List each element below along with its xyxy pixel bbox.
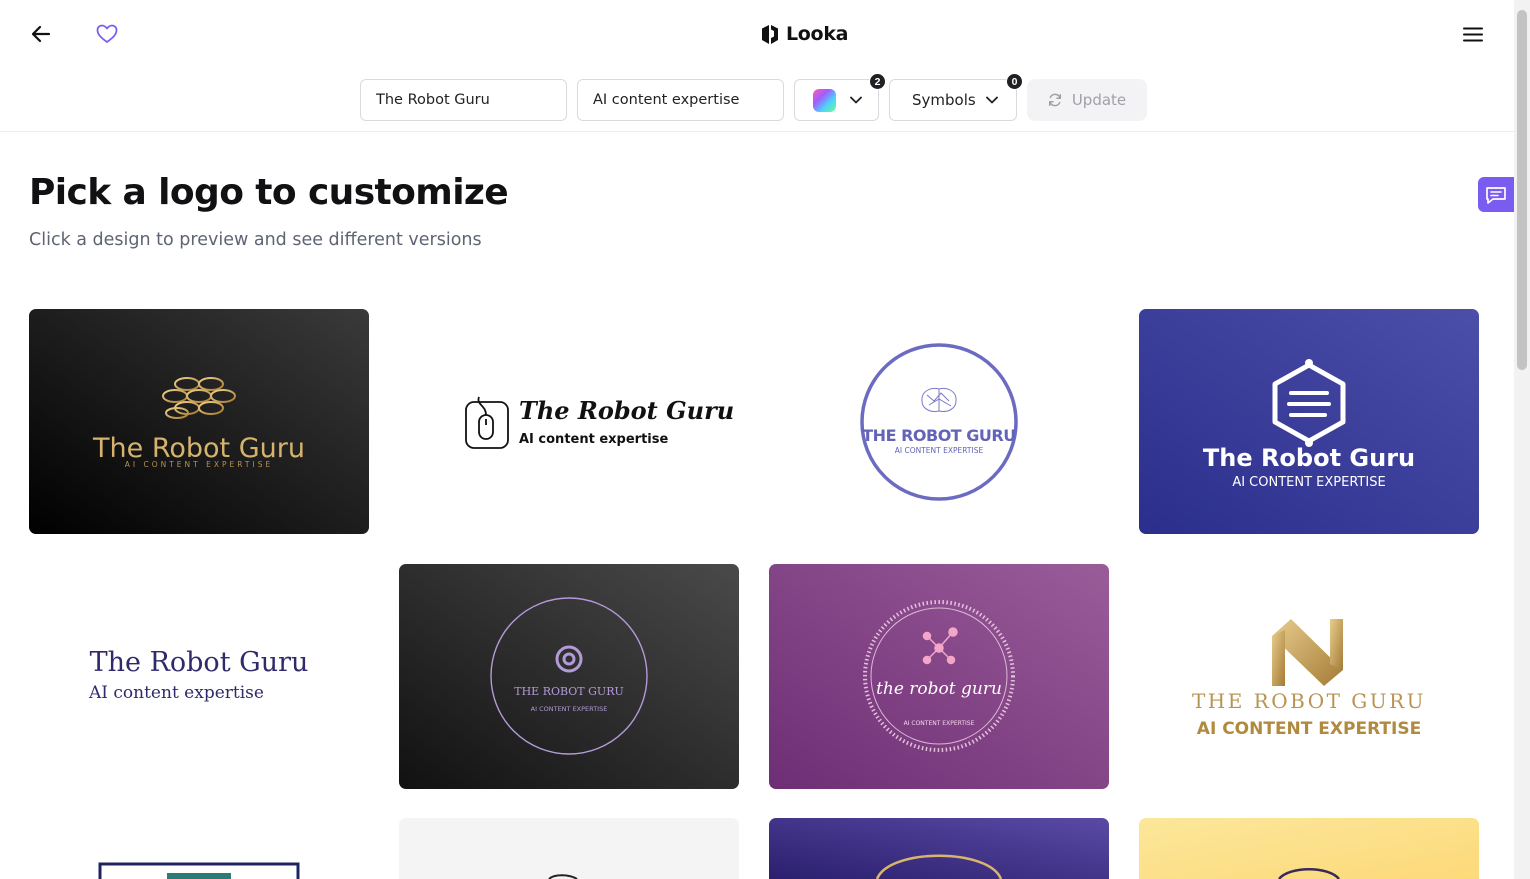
logo-card-5[interactable]: The Robot Guru AI content expertise bbox=[29, 564, 369, 789]
logo-6-name: THE ROBOT GURU bbox=[514, 685, 624, 698]
logo-3-tagline: AI CONTENT EXPERTISE bbox=[895, 446, 984, 455]
update-button[interactable]: Update bbox=[1027, 79, 1147, 121]
brand-name: Looka bbox=[786, 23, 849, 45]
brand-logo[interactable]: Looka bbox=[760, 21, 848, 47]
arrow-left-icon bbox=[31, 25, 51, 43]
logo-6-tagline: AI CONTENT EXPERTISE bbox=[531, 705, 608, 713]
logo-card-9[interactable] bbox=[29, 818, 369, 879]
top-bar: Looka 2 Symbols 0 Update bbox=[0, 0, 1514, 132]
colors-count-badge: 2 bbox=[869, 73, 886, 90]
logo-card-10[interactable] bbox=[399, 818, 739, 879]
symbols-count-badge: 0 bbox=[1006, 73, 1023, 90]
page-scrollbar[interactable] bbox=[1514, 0, 1530, 879]
logo-1-tagline: AI CONTENT EXPERTISE bbox=[125, 460, 273, 469]
logo-5-tagline: AI content expertise bbox=[88, 683, 264, 703]
logo-card-4[interactable]: The Robot Guru AI CONTENT EXPERTISE bbox=[1139, 309, 1479, 534]
logo-2-name: The Robot Guru bbox=[519, 396, 734, 425]
logo-card-12[interactable] bbox=[1139, 818, 1479, 879]
page-subtitle: Click a design to preview and see differ… bbox=[29, 230, 482, 250]
logo-card-3[interactable]: THE ROBOT GURU AI CONTENT EXPERTISE bbox=[769, 309, 1109, 534]
logo-4-tagline: AI CONTENT EXPERTISE bbox=[1232, 475, 1385, 490]
logo-7-name: the robot guru bbox=[876, 679, 1002, 699]
chevron-down-icon bbox=[850, 96, 862, 104]
logo-card-7[interactable]: the robot guru AI CONTENT EXPERTISE bbox=[769, 564, 1109, 789]
page-title: Pick a logo to customize bbox=[29, 172, 509, 213]
favorites-button[interactable] bbox=[90, 18, 124, 50]
logo-2-tagline: AI content expertise bbox=[519, 432, 668, 447]
logo-5-name: The Robot Guru bbox=[90, 647, 309, 678]
hamburger-menu-icon bbox=[1463, 27, 1483, 41]
refresh-icon bbox=[1048, 93, 1061, 107]
heart-outline-icon bbox=[96, 24, 118, 43]
slogan-input[interactable] bbox=[577, 79, 784, 121]
logo-card-2[interactable]: The Robot Guru AI content expertise bbox=[399, 309, 739, 534]
looka-logo-icon bbox=[762, 24, 778, 44]
logo-8-tagline: AI CONTENT EXPERTISE bbox=[1197, 719, 1421, 739]
color-swatch bbox=[813, 88, 836, 112]
logo-card-6[interactable]: THE ROBOT GURU AI CONTENT EXPERTISE bbox=[399, 564, 739, 789]
chat-feedback-tab[interactable] bbox=[1478, 177, 1514, 212]
symbols-dropdown[interactable]: Symbols bbox=[889, 79, 1017, 121]
menu-button[interactable] bbox=[1458, 20, 1488, 48]
update-label: Update bbox=[1071, 91, 1127, 109]
colors-dropdown[interactable] bbox=[794, 79, 879, 121]
chat-bubble-icon bbox=[1486, 186, 1506, 204]
symbols-label: Symbols bbox=[912, 91, 976, 109]
logo-card-11[interactable] bbox=[769, 818, 1109, 879]
back-button[interactable] bbox=[24, 18, 58, 50]
logo-card-8[interactable]: THE ROBOT GURU AI CONTENT EXPERTISE bbox=[1139, 564, 1479, 789]
logo-8-name: THE ROBOT GURU bbox=[1192, 689, 1426, 713]
chevron-down-icon bbox=[985, 96, 998, 104]
logo-7-tagline: AI CONTENT EXPERTISE bbox=[904, 720, 975, 727]
logo-card-1[interactable]: The Robot Guru AI CONTENT EXPERTISE bbox=[29, 309, 369, 534]
logo-4-name: The Robot Guru bbox=[1203, 444, 1415, 472]
scrollbar-thumb[interactable] bbox=[1517, 10, 1527, 370]
company-name-input[interactable] bbox=[360, 79, 567, 121]
logo-3-name: THE ROBOT GURU bbox=[862, 426, 1015, 445]
